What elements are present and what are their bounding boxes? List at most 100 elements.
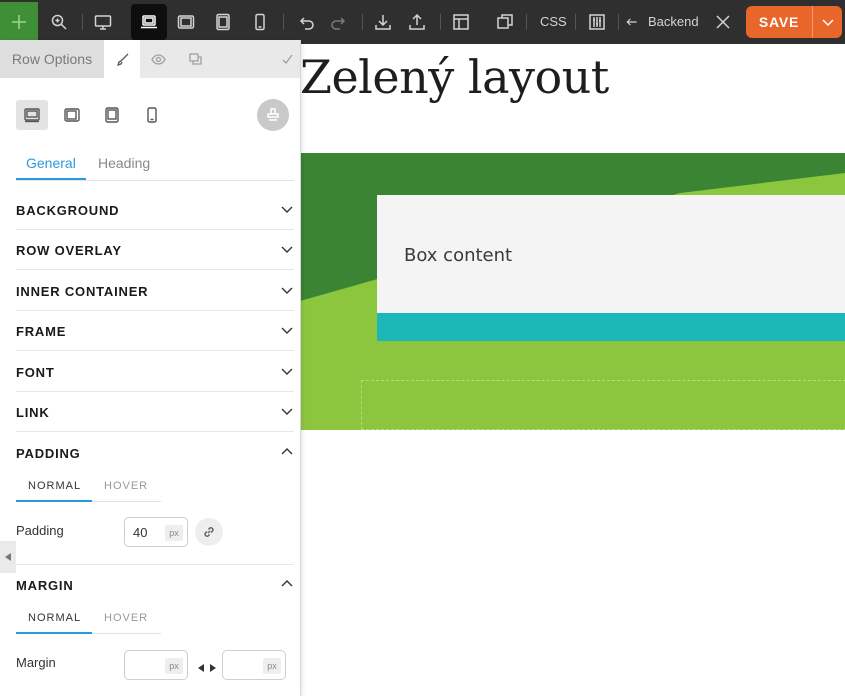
tab-heading[interactable]: Heading: [98, 155, 150, 171]
active-state-indicator: [16, 500, 92, 502]
view-mobile-button[interactable]: [242, 4, 278, 40]
redo-button[interactable]: [321, 4, 357, 40]
save-button[interactable]: SAVE: [746, 6, 812, 38]
toolbar-divider: [283, 14, 284, 30]
green-row[interactable]: Box content: [300, 153, 845, 430]
link-values-button[interactable]: [195, 518, 223, 546]
settings-button[interactable]: [579, 4, 615, 40]
section-title: LINK: [16, 405, 50, 420]
section-row-overlay[interactable]: ROW OVERLAY: [16, 230, 294, 270]
chevron-up-icon: [280, 445, 294, 459]
style-tab[interactable]: [104, 40, 140, 78]
toolbar-divider: [362, 14, 363, 30]
tablet-landscape-icon: [64, 108, 80, 122]
stamp-icon: [267, 108, 279, 121]
check-icon: [282, 54, 293, 64]
padding-input[interactable]: 40 px: [124, 517, 188, 547]
paste-style-button[interactable]: [257, 99, 289, 131]
laptop-icon: [141, 15, 157, 29]
chevron-down-icon: [280, 364, 294, 378]
close-editor-button[interactable]: [705, 4, 741, 40]
page-canvas: Zelený layout Box content: [300, 44, 845, 696]
view-laptop-button[interactable]: [131, 4, 167, 40]
toolbar-divider: [82, 14, 83, 30]
margin-input-2[interactable]: px: [222, 650, 286, 680]
margin-hover-tab[interactable]: HOVER: [104, 612, 148, 624]
margin-unit-2[interactable]: px: [263, 658, 281, 674]
chevron-down-icon: [280, 283, 294, 297]
device-tablet-landscape-button[interactable]: [56, 100, 88, 130]
layers-tab[interactable]: [177, 40, 213, 78]
layout-button[interactable]: [443, 4, 479, 40]
row-options-panel: Row Options General Heading BACKGROUND R…: [0, 40, 301, 696]
device-tablet-portrait-button[interactable]: [96, 100, 128, 130]
section-title: INNER CONTAINER: [16, 284, 149, 299]
section-padding[interactable]: PADDING: [16, 433, 294, 473]
zoom-icon: [51, 14, 67, 30]
padding-unit[interactable]: px: [165, 525, 183, 541]
section-title: BACKGROUND: [16, 203, 120, 218]
panel-title: Row Options: [0, 40, 104, 78]
page-title[interactable]: Zelený layout: [300, 50, 609, 104]
section-inner-container[interactable]: INNER CONTAINER: [16, 271, 294, 311]
section-font[interactable]: FONT: [16, 352, 294, 392]
duplicate-button[interactable]: [487, 4, 523, 40]
chevron-down-icon: [821, 19, 834, 27]
tablet-landscape-icon: [177, 15, 195, 29]
toolbar-divider: [618, 14, 619, 30]
css-button[interactable]: CSS: [540, 14, 567, 29]
empty-drop-zone[interactable]: [361, 380, 845, 430]
undo-button[interactable]: [288, 4, 324, 40]
backend-link[interactable]: Backend: [648, 14, 699, 29]
save-options-button[interactable]: [812, 6, 842, 38]
padding-value: 40: [133, 525, 148, 540]
visibility-tab[interactable]: [140, 40, 176, 78]
confirm-button[interactable]: [274, 40, 300, 78]
section-background[interactable]: BACKGROUND: [16, 190, 294, 230]
tab-general[interactable]: General: [26, 155, 76, 171]
margin-input-1[interactable]: px: [124, 650, 188, 680]
padding-normal-tab[interactable]: NORMAL: [28, 480, 81, 492]
link-icon: [204, 527, 214, 537]
content-box[interactable]: Box content: [377, 195, 845, 341]
view-tablet-landscape-button[interactable]: [168, 4, 204, 40]
brush-icon: [116, 53, 128, 66]
zoom-button[interactable]: [41, 4, 77, 40]
padding-state-tabs: NORMAL HOVER: [16, 474, 161, 502]
padding-hover-tab[interactable]: HOVER: [104, 480, 148, 492]
mobile-icon: [147, 107, 157, 123]
export-icon: [409, 13, 425, 30]
import-button[interactable]: [365, 4, 401, 40]
horizontal-arrows-icon: [198, 660, 216, 672]
export-button[interactable]: [399, 4, 435, 40]
section-margin[interactable]: MARGIN: [16, 565, 294, 605]
collapse-panel-button[interactable]: [0, 541, 16, 573]
settings-sliders-icon: [589, 14, 605, 30]
back-arrow[interactable]: [620, 4, 644, 40]
view-tablet-portrait-button[interactable]: [205, 4, 241, 40]
section-frame[interactable]: FRAME: [16, 311, 294, 351]
device-mobile-button[interactable]: [136, 100, 168, 130]
plus-icon: [12, 15, 26, 29]
section-link[interactable]: LINK: [16, 392, 294, 432]
margin-state-tabs: NORMAL HOVER: [16, 606, 161, 634]
tablet-portrait-icon: [216, 13, 230, 31]
box-content-text[interactable]: Box content: [404, 245, 512, 266]
chevron-down-icon: [280, 202, 294, 216]
section-title: FRAME: [16, 324, 67, 339]
section-title: PADDING: [16, 446, 81, 461]
margin-unit-1[interactable]: px: [165, 658, 183, 674]
chevron-down-icon: [280, 323, 294, 337]
margin-normal-tab[interactable]: NORMAL: [28, 612, 81, 624]
laptop-icon: [24, 108, 40, 123]
desktop-icon: [94, 15, 112, 30]
arrow-left-icon: [626, 18, 637, 26]
device-desktop-button[interactable]: [16, 100, 48, 130]
mobile-icon: [255, 13, 265, 31]
toolbar-divider: [575, 14, 576, 30]
eye-icon: [150, 53, 166, 65]
undo-icon: [299, 17, 314, 30]
add-element-button[interactable]: [0, 2, 38, 42]
view-desktop-button[interactable]: [85, 4, 121, 40]
toolbar-divider: [526, 14, 527, 30]
